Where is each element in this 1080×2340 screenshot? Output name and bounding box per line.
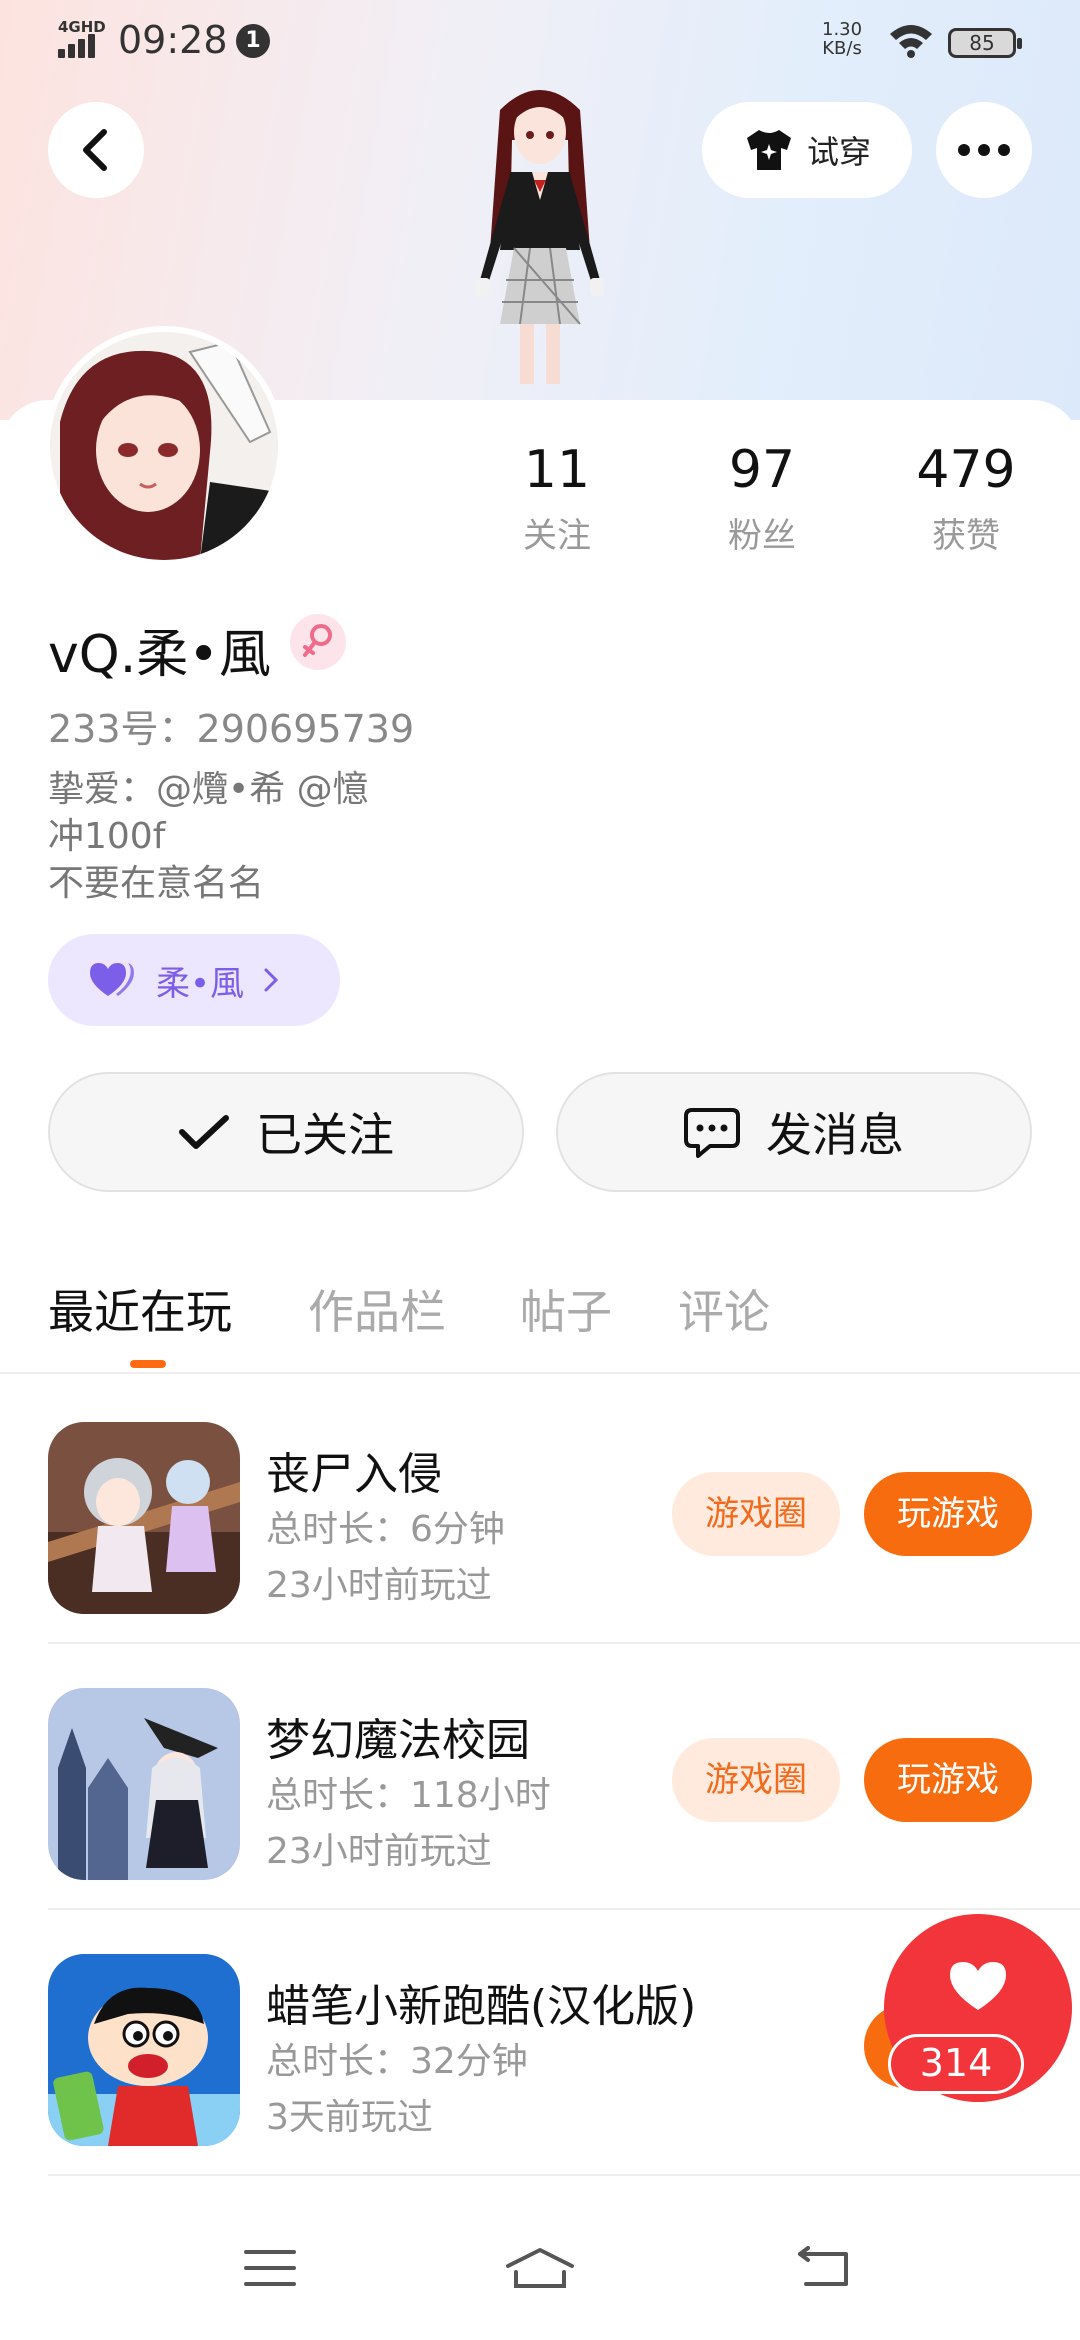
tab-works[interactable]: 作品栏 [308,1276,446,1342]
stat-likes[interactable]: 479 获赞 [896,440,1036,557]
game-duration: 总时长：118小时 [266,1775,551,1816]
list-item[interactable]: 梦幻魔法校园 总时长：118小时 23小时前玩过 游戏圈 玩游戏 [48,1644,1080,1910]
game-meta: 总时长：118小时 23小时前玩过 [266,1768,551,1880]
game-meta: 总时长：32分钟 3天前玩过 [266,2034,528,2146]
shirt-icon [746,130,791,170]
game-icon [48,1422,240,1614]
play-game-button[interactable]: 玩游戏 [864,1472,1032,1556]
followers-label: 粉丝 [728,516,796,556]
signal-icon [58,34,102,58]
home-icon[interactable] [504,2246,576,2290]
heart-icon [950,1962,1006,2010]
game-title: 梦幻魔法校园 [266,1715,530,1766]
list-item[interactable]: 丧尸入侵 总时长：6分钟 23小时前玩过 游戏圈 玩游戏 [48,1378,1080,1644]
following-count: 11 [523,440,591,500]
tab-recently-played[interactable]: 最近在玩 [48,1276,232,1342]
game-title: 蜡笔小新跑酷(汉化版) [266,1981,697,2032]
female-icon [290,614,346,670]
game-last-played: 23小时前玩过 [266,1565,492,1606]
profile-tabs: 最近在玩 作品栏 帖子 评论 [0,1270,1080,1374]
game-circle-button[interactable]: 游戏圈 [672,1738,840,1822]
game-duration: 总时长：6分钟 [266,1509,505,1550]
avatar-character-illustration [476,90,604,384]
avatar[interactable] [44,326,284,566]
back-nav-icon[interactable] [796,2246,852,2290]
try-on-button[interactable]: 试穿 [702,102,912,198]
menu-icon[interactable] [244,2248,296,2288]
chevron-left-icon [83,129,107,171]
like-count: 314 [888,2034,1024,2094]
relationship-tag-label: 柔•風 [156,963,245,1004]
game-title: 丧尸入侵 [266,1449,442,1500]
followed-label: 已关注 [256,1108,394,1162]
following-label: 关注 [523,516,591,556]
check-icon [179,1115,229,1149]
more-icon [958,144,1010,156]
system-nav-bar [0,2196,1080,2340]
tab-posts[interactable]: 帖子 [520,1276,612,1342]
chat-bubble-icon [684,1108,740,1158]
message-button[interactable]: 发消息 [556,1072,1032,1192]
play-game-button[interactable]: 玩游戏 [864,1738,1032,1822]
bio: 挚爱：@爦•希 @憶 冲100f 不要在意名名 [48,769,369,904]
tab-comments[interactable]: 评论 [678,1276,770,1342]
back-button[interactable] [48,102,144,198]
game-meta: 总时长：6分钟 23小时前玩过 [266,1502,505,1614]
game-icon [48,1954,240,2146]
stat-following[interactable]: 11 关注 [487,440,627,557]
user-id: 233号：290695739 [48,707,415,751]
likes-count: 479 [916,440,1016,500]
relationship-tag[interactable]: 柔•風 [48,934,340,1026]
username: vQ.柔•風 [48,625,271,685]
heart-icon [90,963,134,996]
followed-button[interactable]: 已关注 [48,1072,524,1192]
try-on-label: 试穿 [806,133,871,171]
game-circle-button[interactable]: 游戏圈 [672,1472,840,1556]
stat-followers[interactable]: 97 粉丝 [692,440,832,557]
wifi-icon [890,25,932,58]
likes-label: 获赞 [932,516,1000,556]
clock: 09:28 [118,18,228,62]
battery-icon: 85 [948,28,1022,58]
notification-badge: 1 [236,24,270,58]
message-label: 发消息 [766,1108,904,1162]
more-button[interactable] [936,102,1032,198]
avatar-image [50,332,278,560]
speed-value: 1.30 [822,19,863,40]
active-tab-indicator [130,1360,166,1368]
game-duration: 总时长：32分钟 [266,2041,528,2082]
game-last-played: 3天前玩过 [266,2097,433,2138]
network-speed: 1.30 KB/s [822,20,862,58]
chevron-right-icon [264,968,279,992]
speed-unit: KB/s [822,38,862,59]
game-icon [48,1688,240,1880]
followers-count: 97 [728,440,796,500]
game-last-played: 23小时前玩过 [266,1831,492,1872]
status-bar: 4GHD 09:28 1 1.30 KB/s 85 [0,0,1080,84]
